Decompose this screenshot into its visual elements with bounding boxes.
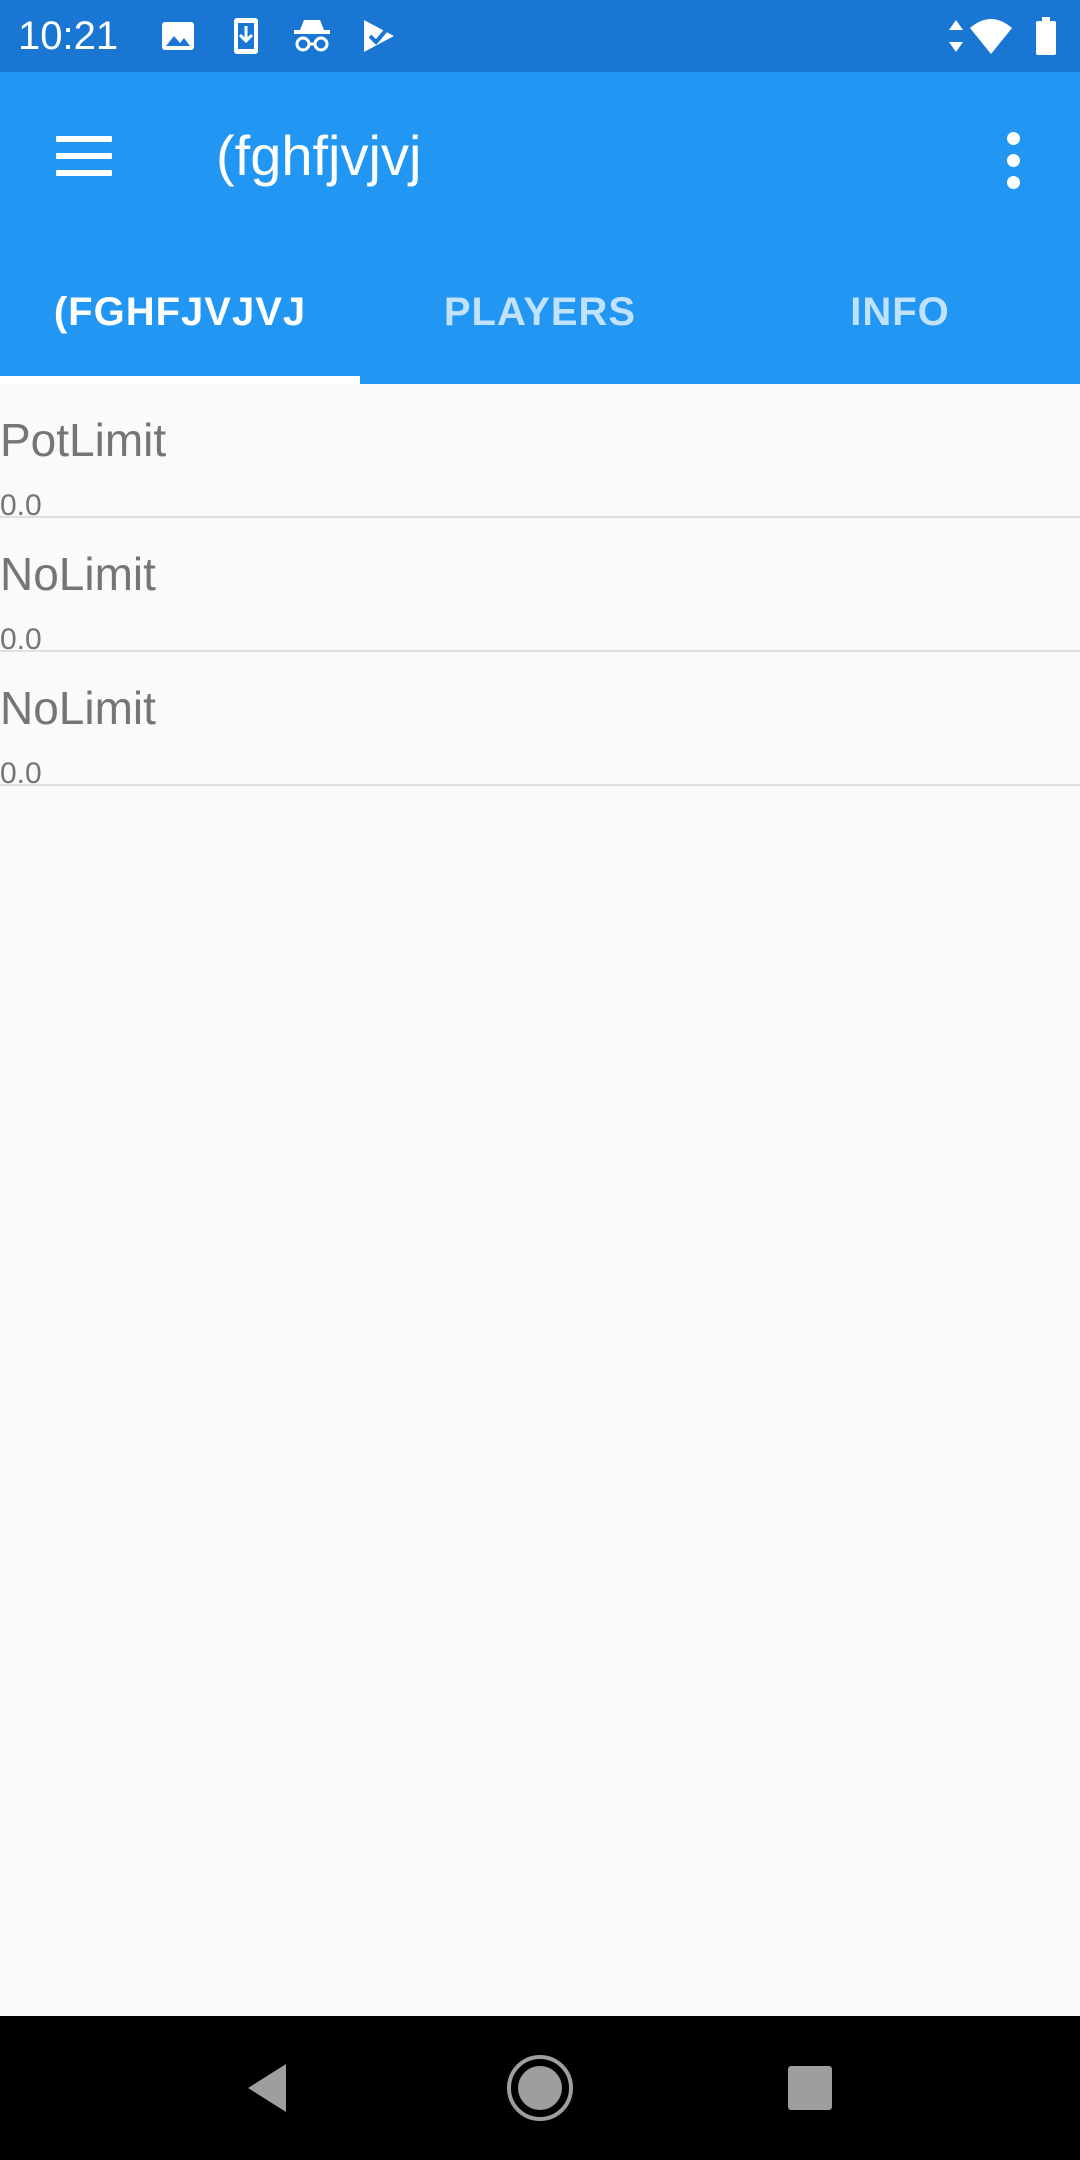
tab-game[interactable]: (FGHFJVJVJ <box>0 240 360 384</box>
status-bar: 10:21 <box>0 0 1080 72</box>
download-icon <box>234 18 258 54</box>
toolbar: (fghfjvjvj <box>0 72 1080 240</box>
game-list: PotLimit 0.0 NoLimit 0.0 NoLimit 0.0 <box>0 384 1080 786</box>
battery-icon <box>1036 17 1056 55</box>
navigation-bar <box>0 2016 1080 2160</box>
home-icon[interactable] <box>504 2052 576 2124</box>
tab-bar: (FGHFJVJVJ PLAYERS INFO <box>0 240 1080 384</box>
screen: 10:21 (fghfjvjvj (FGHFJVJVJ PLAYERS INFO… <box>0 0 1080 2160</box>
data-arrows-icon <box>949 20 963 52</box>
list-item-title: PotLimit <box>0 414 167 466</box>
back-icon[interactable] <box>236 2056 300 2120</box>
list-item-subtitle: 0.0 <box>0 489 42 518</box>
list-item-subtitle: 0.0 <box>0 623 42 652</box>
app-bar: (fghfjvjvj (FGHFJVJVJ PLAYERS INFO <box>0 72 1080 384</box>
wifi-icon <box>970 19 1012 54</box>
status-time: 10:21 <box>18 14 119 58</box>
list-item[interactable]: NoLimit 0.0 <box>0 518 1080 652</box>
tab-info[interactable]: INFO <box>720 240 1080 384</box>
play-games-icon <box>364 20 394 52</box>
recents-icon[interactable] <box>786 2064 834 2112</box>
list-item[interactable]: NoLimit 0.0 <box>0 652 1080 786</box>
list-item[interactable]: PotLimit 0.0 <box>0 384 1080 518</box>
page-title: (fghfjvjvj <box>216 124 422 187</box>
image-icon <box>162 22 194 50</box>
tab-indicator <box>0 376 360 384</box>
tab-label: (FGHFJVJVJ <box>53 289 307 334</box>
tab-label: INFO <box>850 289 950 334</box>
more-vert-icon[interactable] <box>990 116 1038 204</box>
tab-players[interactable]: PLAYERS <box>360 240 720 384</box>
list-item-title: NoLimit <box>0 682 156 734</box>
incognito-icon <box>294 20 330 52</box>
list-item-title: NoLimit <box>0 548 156 600</box>
list-item-subtitle: 0.0 <box>0 757 42 786</box>
hamburger-menu-icon[interactable] <box>40 112 128 200</box>
tab-label: PLAYERS <box>443 289 637 334</box>
